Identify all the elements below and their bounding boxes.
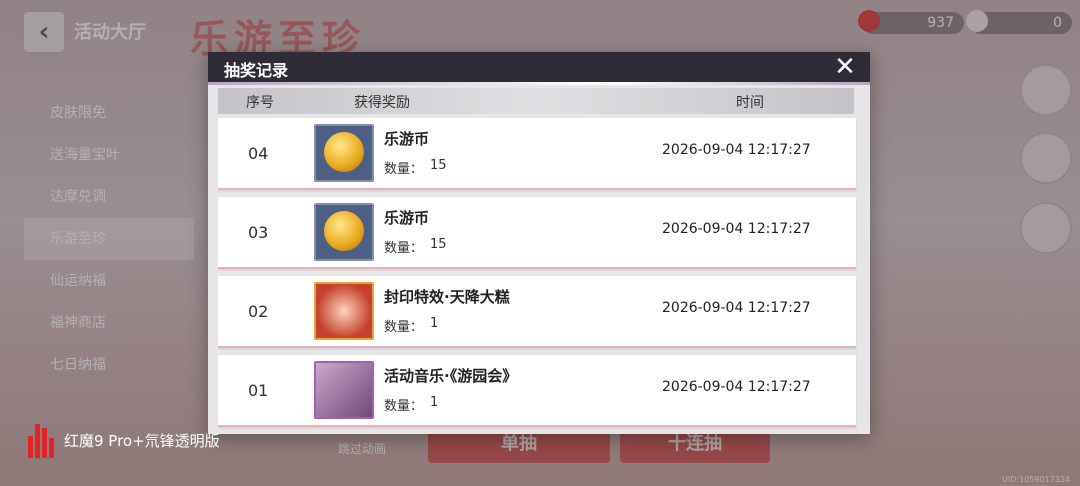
col-reward: 获得奖励 <box>354 95 410 111</box>
record-row: 03 乐游币 数量： 15 2026-09-04 12:17:27 <box>218 197 856 269</box>
reward-name: 封印特效·天降大糕 <box>384 288 510 306</box>
uid-label: UID:1059017334 <box>1002 475 1070 484</box>
qty-label: 数量： <box>384 320 424 335</box>
music-icon <box>314 361 374 419</box>
skip-animation-toggle[interactable]: 跳过动画 <box>338 440 386 457</box>
currency-white: 0 <box>966 10 1072 34</box>
currency-white-value: 0 <box>1053 15 1062 31</box>
close-icon[interactable]: ✕ <box>832 54 858 80</box>
qty-value: 1 <box>430 316 439 331</box>
side-menu-item[interactable]: 达摩兑调 <box>24 176 194 218</box>
effect-icon <box>314 282 374 340</box>
record-num: 03 <box>248 223 269 242</box>
side-menu-item[interactable]: 送海量宝叶 <box>24 134 194 176</box>
reward-name: 乐游币 <box>384 130 430 148</box>
col-index: 序号 <box>246 95 274 111</box>
record-list[interactable]: 04 乐游币 数量： 15 2026-09-04 12:17:27 03 乐游币… <box>218 118 858 430</box>
record-num: 02 <box>248 302 269 321</box>
header-accent-line <box>208 82 870 85</box>
ticket-icon <box>966 10 988 32</box>
record-num: 04 <box>248 144 269 163</box>
side-menu-item-active[interactable]: 乐游至珍 <box>24 218 194 260</box>
side-menu: 皮肤限免 送海量宝叶 达摩兑调 乐游至珍 仙运纳福 福神商店 七日纳福 <box>24 92 194 386</box>
side-menu-item[interactable]: 七日纳福 <box>24 344 194 386</box>
currency-red: 937 <box>858 10 964 34</box>
side-button-2[interactable] <box>1020 132 1072 184</box>
reward-name: 乐游币 <box>384 209 430 227</box>
side-menu-item[interactable]: 福神商店 <box>24 302 194 344</box>
coin-icon <box>314 124 374 182</box>
record-time: 2026-09-04 12:17:27 <box>662 379 811 395</box>
qty-value: 1 <box>430 395 439 410</box>
record-row: 04 乐游币 数量： 15 2026-09-04 12:17:27 <box>218 118 856 190</box>
record-time: 2026-09-04 12:17:27 <box>662 221 811 237</box>
qty-label: 数量： <box>384 241 424 256</box>
qty-value: 15 <box>430 158 447 173</box>
qty-value: 15 <box>430 237 447 252</box>
dialog-header: 抽奖记录 ✕ <box>208 52 870 82</box>
column-header: 序号 获得奖励 时间 <box>218 88 854 114</box>
qty-label: 数量： <box>384 399 424 414</box>
back-button[interactable]: ‹ <box>22 10 66 54</box>
qty-label: 数量： <box>384 162 424 177</box>
side-menu-item[interactable]: 仙运纳福 <box>24 260 194 302</box>
record-time: 2026-09-04 12:17:27 <box>662 300 811 316</box>
hall-title: 活动大厅 <box>74 22 146 43</box>
record-row: 01 活动音乐·《游园会》 数量： 1 2026-09-04 12:17:27 <box>218 355 856 427</box>
dialog-title: 抽奖记录 <box>224 61 289 80</box>
redmagic-logo-icon <box>26 420 58 460</box>
record-num: 01 <box>248 381 269 400</box>
reward-name: 活动音乐·《游园会》 <box>384 367 518 385</box>
watermark-text: 红魔9 Pro+氘锋透明版 <box>64 431 220 450</box>
record-time: 2026-09-04 12:17:27 <box>662 142 811 158</box>
side-button-3[interactable] <box>1020 202 1072 254</box>
device-watermark: 红魔9 Pro+氘锋透明版 <box>26 420 220 460</box>
side-button-1[interactable] <box>1020 64 1072 116</box>
side-menu-item[interactable]: 皮肤限免 <box>24 92 194 134</box>
record-row: 02 封印特效·天降大糕 数量： 1 2026-09-04 12:17:27 <box>218 276 856 348</box>
col-time: 时间 <box>736 95 764 111</box>
currency-red-value: 937 <box>927 15 954 31</box>
draw-record-dialog: 抽奖记录 ✕ 序号 获得奖励 时间 04 乐游币 数量： 15 2026-09-… <box>208 52 870 434</box>
red-gem-icon <box>858 10 880 32</box>
coin-icon <box>314 203 374 261</box>
